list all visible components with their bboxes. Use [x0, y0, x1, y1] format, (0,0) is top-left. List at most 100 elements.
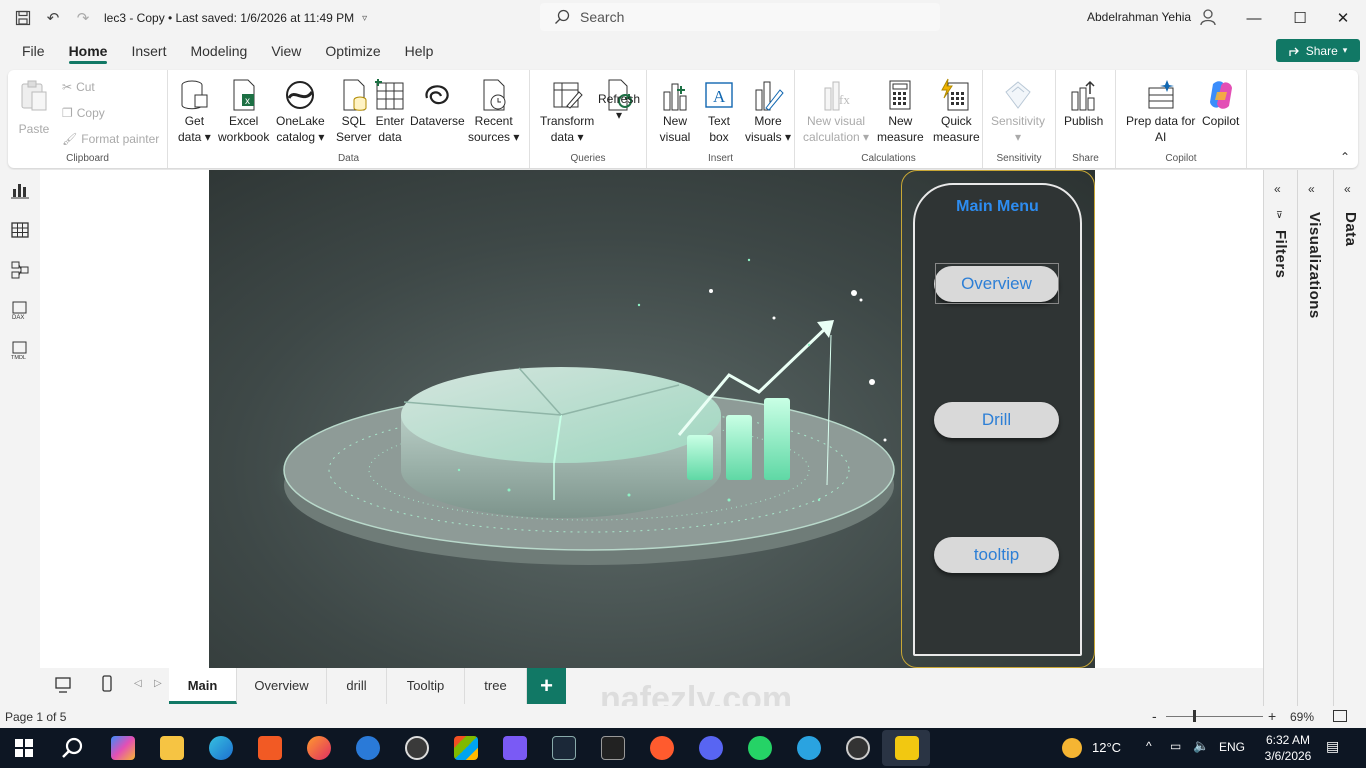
app-icon[interactable]: [650, 736, 674, 760]
copilot-taskbar-icon[interactable]: [111, 736, 135, 760]
table-view-icon[interactable]: [10, 220, 30, 240]
save-icon[interactable]: [8, 0, 38, 36]
refresh-button[interactable]: Refresh ▾: [598, 78, 640, 123]
undo-icon[interactable]: ↶: [38, 0, 68, 36]
user-name[interactable]: Abdelrahman Yehia: [1087, 10, 1191, 24]
publish-icon: [1071, 80, 1095, 111]
file-explorer-icon[interactable]: [160, 736, 184, 760]
recent-sources-button[interactable]: Recent sources ▾: [468, 78, 519, 145]
zoom-out-button[interactable]: -: [1152, 708, 1157, 724]
language-indicator[interactable]: ENG: [1219, 740, 1245, 754]
tmdl-view-icon[interactable]: TMDL: [10, 340, 30, 360]
copilot-button[interactable]: Copilot: [1202, 78, 1239, 129]
maximize-button[interactable]: ☐: [1277, 0, 1323, 36]
page-tab-overview[interactable]: Overview: [237, 668, 327, 704]
zoom-in-button[interactable]: +: [1268, 708, 1276, 724]
fit-to-page-icon[interactable]: [1333, 710, 1347, 722]
expand-chevron-icon[interactable]: «: [1308, 182, 1315, 196]
tab-modeling[interactable]: Modeling: [178, 36, 259, 66]
page-tab-main[interactable]: Main: [169, 668, 237, 704]
expand-chevron-icon[interactable]: «: [1344, 182, 1351, 196]
zoom-slider-thumb[interactable]: [1193, 710, 1196, 722]
app-icon[interactable]: [356, 736, 380, 760]
share-button[interactable]: Share ▾: [1276, 39, 1360, 62]
windows-start-icon[interactable]: [14, 738, 34, 758]
page-tab-drill[interactable]: drill: [327, 668, 387, 704]
temperature[interactable]: 12°C: [1092, 740, 1121, 755]
transform-data-button[interactable]: Transform data ▾: [540, 78, 594, 145]
filters-pane[interactable]: « ⊽ Filters: [1263, 170, 1295, 708]
visualizations-pane[interactable]: « Visualizations: [1297, 170, 1329, 708]
discord-icon[interactable]: [699, 736, 723, 760]
zoom-slider[interactable]: [1166, 716, 1263, 717]
model-view-icon[interactable]: [10, 260, 30, 280]
tab-view[interactable]: View: [259, 36, 313, 66]
report-view-icon[interactable]: [10, 180, 30, 200]
game-icon[interactable]: [503, 736, 527, 760]
clock[interactable]: 6:32 AM 3/6/2026: [1258, 732, 1318, 764]
data-pane[interactable]: « Data: [1333, 170, 1365, 708]
volume-icon[interactable]: 🔈: [1193, 738, 1209, 754]
notification-icon[interactable]: ▤: [1326, 738, 1339, 755]
tab-home[interactable]: Home: [57, 36, 120, 66]
weather-icon[interactable]: [1062, 738, 1082, 758]
media-player-icon[interactable]: [405, 736, 429, 760]
network-icon[interactable]: ▭: [1170, 739, 1181, 753]
ribbon-collapse-icon[interactable]: ⌃: [1340, 150, 1350, 164]
new-measure-label-1: New: [888, 114, 913, 128]
sql-server-button[interactable]: SQL Server: [336, 78, 371, 145]
user-avatar-icon[interactable]: [1199, 8, 1217, 26]
format-painter-button[interactable]: 🖌 Format painter: [62, 132, 159, 146]
get-data-button[interactable]: Get data ▾: [178, 78, 211, 145]
document-title: lec3 - Copy • Last saved: 1/6/2026 at 11…: [104, 11, 355, 25]
firefox-icon[interactable]: [307, 736, 331, 760]
brave-icon[interactable]: [258, 736, 282, 760]
close-button[interactable]: ✕: [1320, 0, 1366, 36]
minimize-button[interactable]: —: [1231, 0, 1277, 36]
previous-page-icon[interactable]: ◁: [134, 678, 142, 689]
tab-insert[interactable]: Insert: [119, 36, 178, 66]
add-page-button[interactable]: +: [527, 668, 566, 704]
next-page-icon[interactable]: ▷: [154, 678, 162, 689]
whatsapp-icon[interactable]: [748, 736, 772, 760]
page-tab-tooltip[interactable]: Tooltip: [387, 668, 465, 704]
tray-chevron-icon[interactable]: ^: [1146, 739, 1152, 753]
tab-file[interactable]: File: [10, 36, 57, 66]
dataverse-button[interactable]: Dataverse: [410, 78, 465, 129]
new-visual-calculation-button[interactable]: fx New visual calculation ▾: [803, 78, 869, 145]
onelake-catalog-button[interactable]: OneLake catalog ▾: [276, 78, 325, 145]
drill-nav-button[interactable]: Drill: [934, 402, 1059, 438]
redo-icon[interactable]: ↷: [68, 0, 98, 36]
new-visual-button[interactable]: New visual: [659, 78, 691, 145]
tooltip-nav-button[interactable]: tooltip: [934, 537, 1059, 573]
dax-query-icon[interactable]: DAX: [10, 300, 30, 320]
more-visuals-button[interactable]: More visuals ▾: [745, 78, 791, 145]
tab-help[interactable]: Help: [393, 36, 446, 66]
title-dropdown-icon[interactable]: ▿: [362, 13, 367, 24]
copy-button[interactable]: ❐ Copy: [62, 106, 105, 120]
telegram-icon[interactable]: [797, 736, 821, 760]
sensitivity-button[interactable]: Sensitivity ▾: [991, 78, 1045, 145]
tab-optimize[interactable]: Optimize: [313, 36, 392, 66]
edge-icon[interactable]: [209, 736, 233, 760]
search-input[interactable]: Search: [540, 3, 940, 31]
epic-games-icon[interactable]: [601, 736, 625, 760]
search-icon[interactable]: [60, 736, 84, 760]
mobile-layout-icon[interactable]: [100, 674, 114, 694]
enter-data-button[interactable]: Enter data: [374, 78, 406, 145]
steam-icon[interactable]: [552, 736, 576, 760]
publish-button[interactable]: Publish: [1064, 78, 1103, 129]
quick-measure-button[interactable]: Quick measure: [933, 78, 980, 145]
expand-chevron-icon[interactable]: «: [1274, 182, 1281, 196]
store-icon[interactable]: [454, 736, 478, 760]
prep-data-ai-button[interactable]: Prep data for AI: [1126, 78, 1195, 145]
power-bi-icon[interactable]: [895, 736, 919, 760]
new-measure-button[interactable]: New measure: [877, 78, 924, 145]
text-box-button[interactable]: A Text box: [703, 78, 735, 145]
page-tab-tree[interactable]: tree: [465, 668, 527, 704]
cut-button[interactable]: ✂ Cut: [62, 80, 95, 94]
obs-icon[interactable]: [846, 736, 870, 760]
excel-workbook-button[interactable]: x Excel workbook: [218, 78, 269, 145]
paste-button[interactable]: Paste: [18, 78, 50, 137]
desktop-layout-icon[interactable]: [54, 676, 72, 694]
